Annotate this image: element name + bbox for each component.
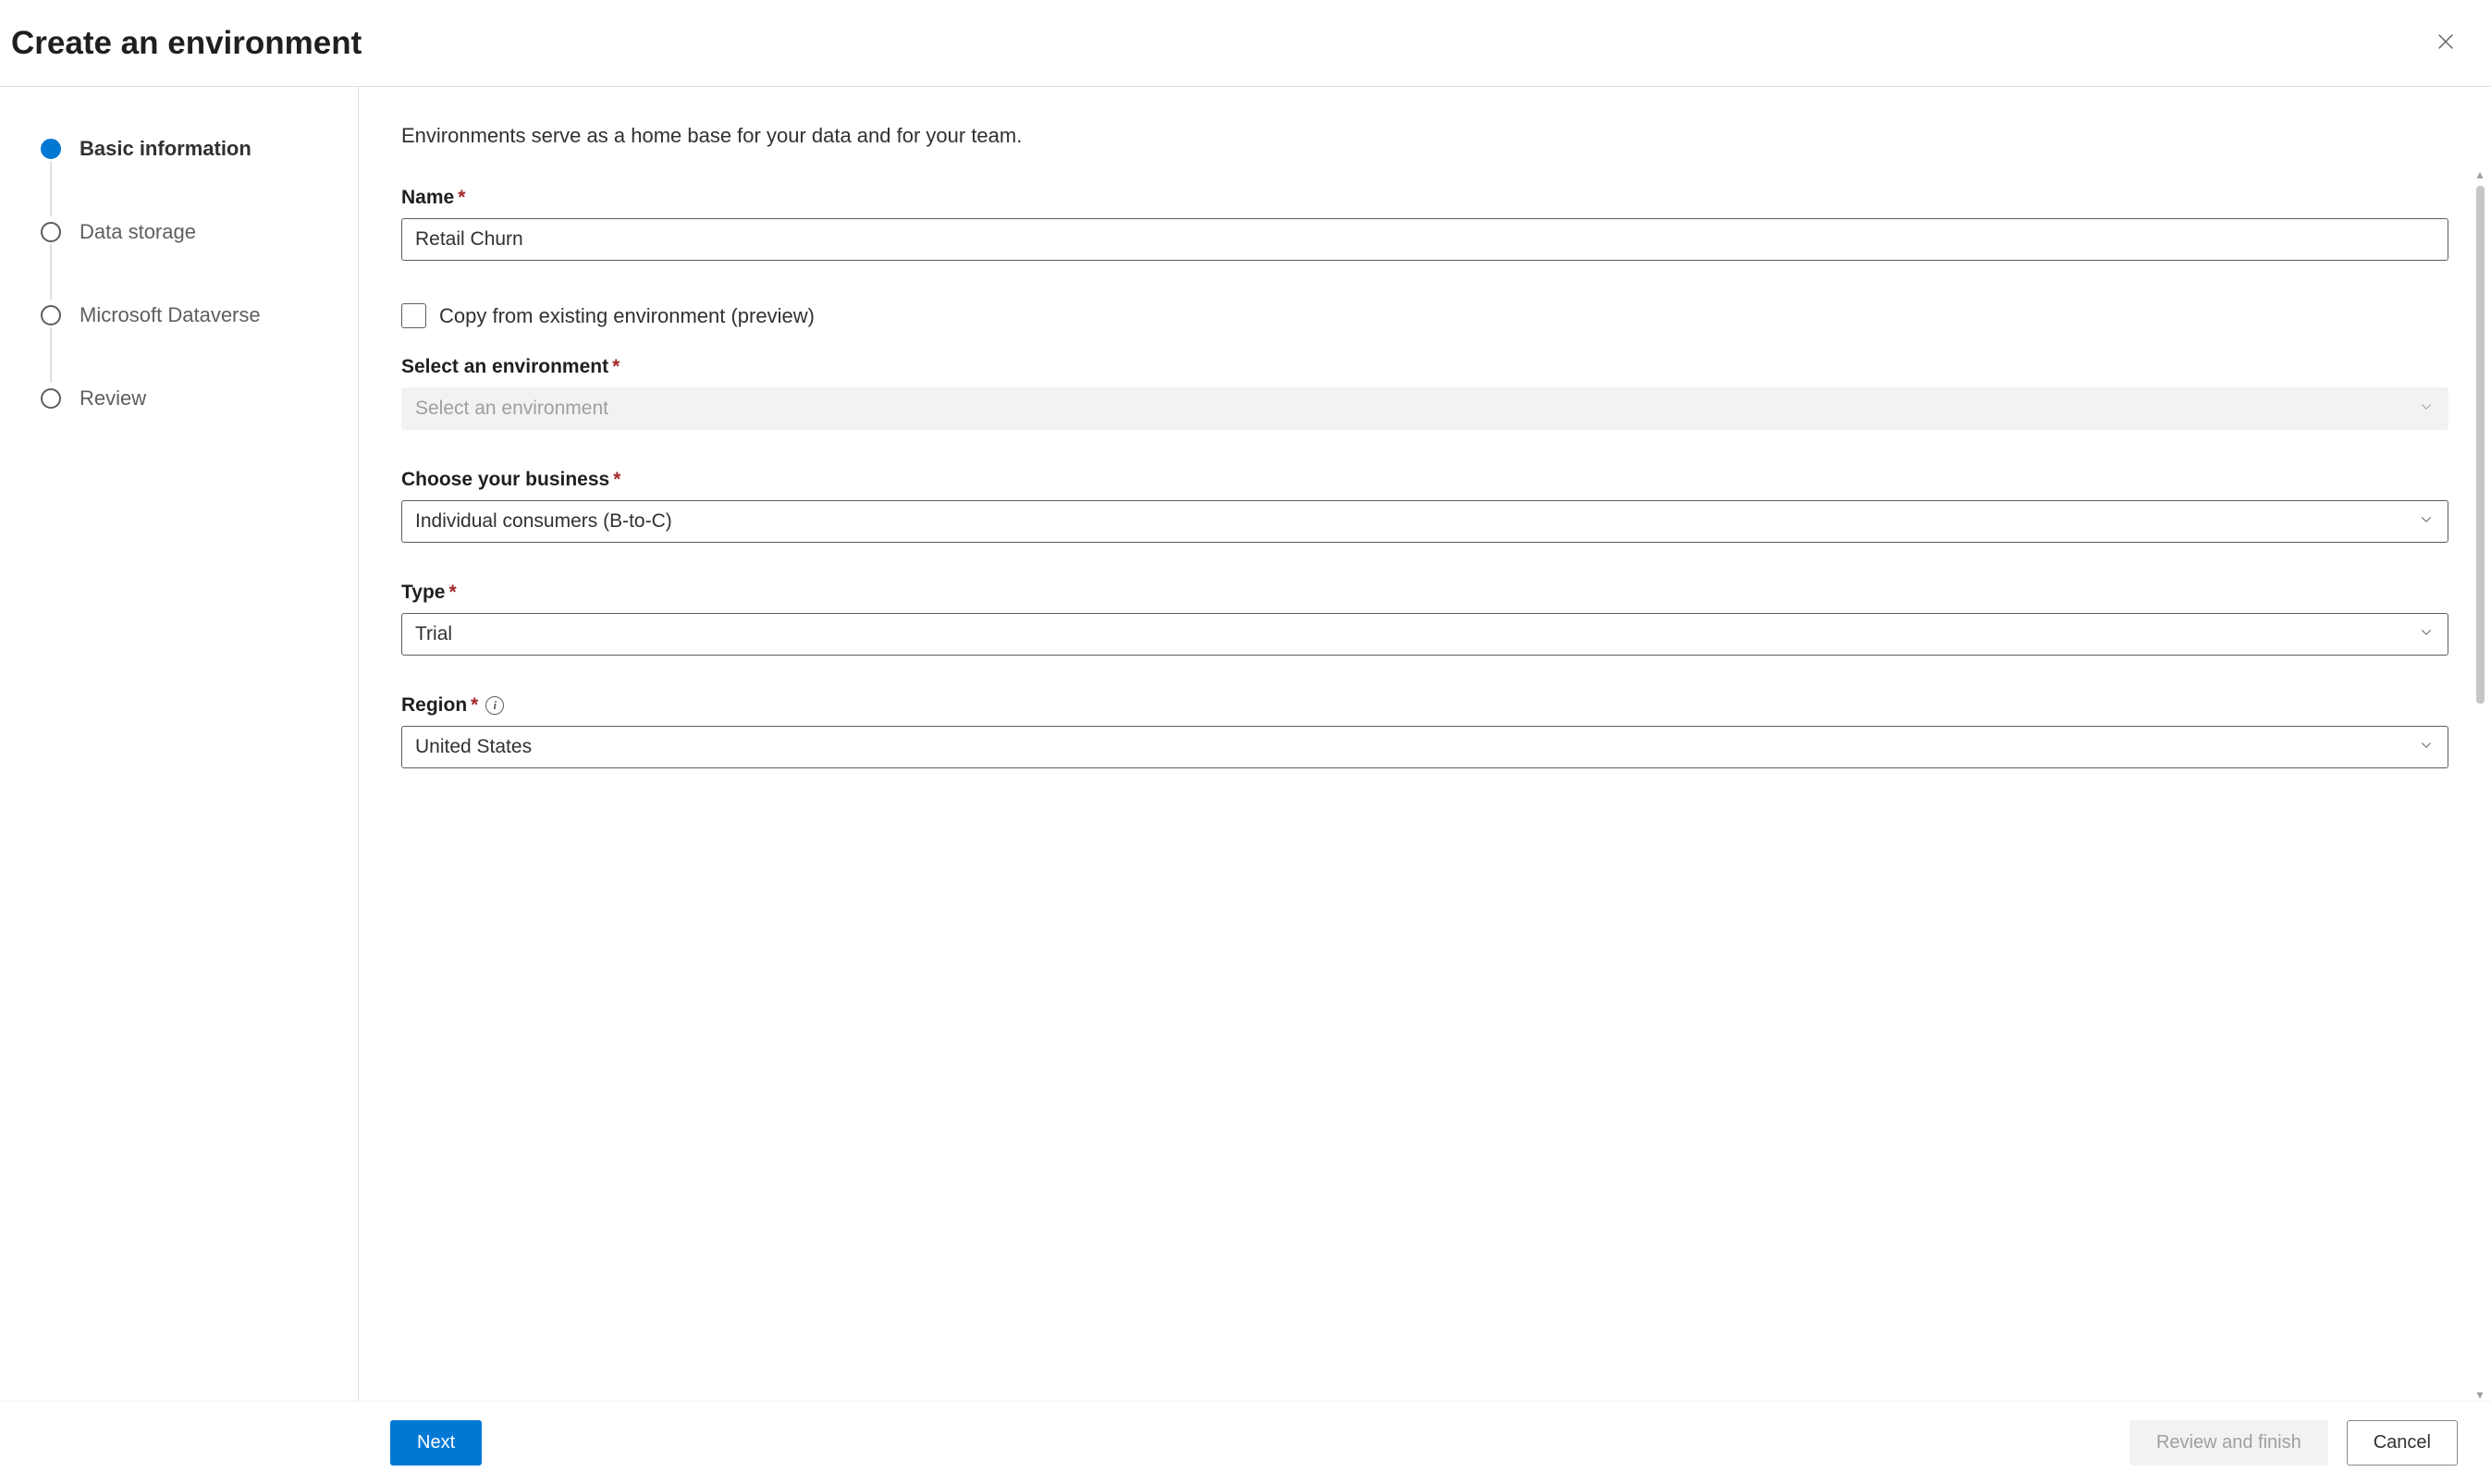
step-label: Review: [80, 386, 146, 411]
select-env-label: Select an environment*: [401, 356, 2448, 378]
region-dropdown[interactable]: United States: [401, 726, 2448, 768]
scroll-thumb[interactable]: [2476, 186, 2485, 704]
required-asterisk: *: [448, 582, 456, 603]
field-region: Region*i United States: [401, 694, 2448, 768]
copy-checkbox-label: Copy from existing environment (preview): [439, 304, 815, 328]
field-select-environment: Select an environment* Select an environ…: [401, 356, 2448, 430]
scroll-down-icon[interactable]: ▾: [2476, 1388, 2483, 1401]
step-indicator-icon: [41, 305, 61, 325]
field-name: Name*: [401, 187, 2448, 261]
copy-checkbox[interactable]: [401, 303, 426, 328]
scroll-up-icon[interactable]: ▴: [2476, 167, 2483, 180]
step-data-storage[interactable]: Data storage: [41, 220, 358, 303]
step-label: Basic information: [80, 137, 252, 161]
required-asterisk: *: [612, 356, 620, 377]
field-business: Choose your business* Individual consume…: [401, 469, 2448, 543]
dialog-footer: Next Review and finish Cancel: [0, 1401, 2491, 1484]
scrollbar[interactable]: ▴ ▾: [2469, 167, 2491, 1401]
review-finish-button: Review and finish: [2129, 1420, 2328, 1466]
required-asterisk: *: [458, 187, 465, 208]
step-microsoft-dataverse[interactable]: Microsoft Dataverse: [41, 303, 358, 386]
step-indicator-icon: [41, 222, 61, 242]
cancel-button[interactable]: Cancel: [2347, 1420, 2458, 1466]
step-indicator-icon: [41, 139, 61, 159]
section-subtext: Environments serve as a home base for yo…: [401, 124, 2448, 148]
next-button[interactable]: Next: [390, 1420, 482, 1466]
section-heading: Basic information: [401, 87, 2448, 100]
name-input[interactable]: [401, 218, 2448, 261]
close-icon: [2436, 41, 2456, 55]
info-icon[interactable]: i: [485, 696, 504, 715]
step-label: Microsoft Dataverse: [80, 303, 261, 327]
step-indicator-icon: [41, 388, 61, 409]
wizard-steps: Basic information Data storage Microsoft…: [0, 87, 359, 1401]
required-asterisk: *: [471, 694, 478, 716]
step-basic-information[interactable]: Basic information: [41, 137, 358, 220]
step-review[interactable]: Review: [41, 386, 358, 470]
dialog-header: Create an environment: [0, 0, 2491, 87]
name-label: Name*: [401, 187, 2448, 209]
copy-from-existing-row[interactable]: Copy from existing environment (preview): [401, 303, 2448, 328]
form-panel: Basic information Environments serve as …: [359, 87, 2491, 1401]
dialog-body: Basic information Data storage Microsoft…: [0, 87, 2491, 1401]
step-label: Data storage: [80, 220, 196, 244]
type-dropdown[interactable]: Trial: [401, 613, 2448, 656]
region-label: Region*i: [401, 694, 2448, 717]
select-env-dropdown: Select an environment: [401, 387, 2448, 430]
required-asterisk: *: [613, 469, 620, 490]
type-label: Type*: [401, 582, 2448, 604]
close-button[interactable]: [2428, 24, 2463, 62]
field-type: Type* Trial: [401, 582, 2448, 656]
business-dropdown[interactable]: Individual consumers (B-to-C): [401, 500, 2448, 543]
business-label: Choose your business*: [401, 469, 2448, 491]
dialog-title: Create an environment: [11, 25, 362, 62]
